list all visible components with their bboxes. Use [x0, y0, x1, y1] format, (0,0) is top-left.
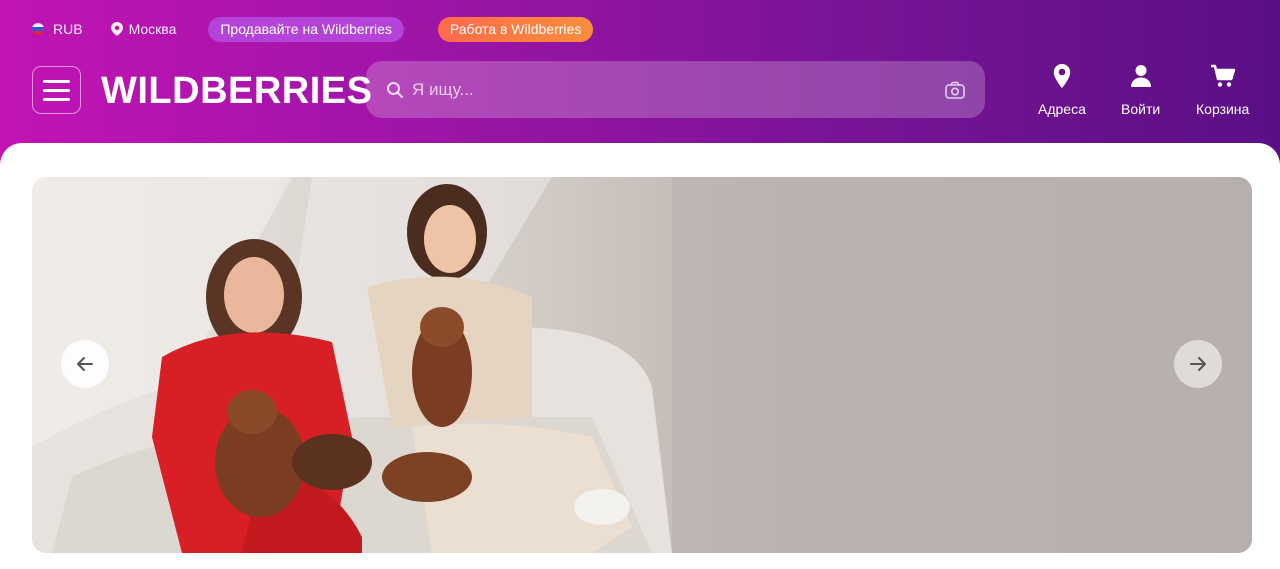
city-label: Москва [128, 21, 177, 37]
city-selector[interactable]: Москва [110, 21, 177, 37]
sell-on-wildberries-link[interactable]: Продавайте на Wildberries [208, 16, 404, 42]
cart-icon [1210, 64, 1235, 87]
arrow-right-icon [1190, 357, 1206, 371]
carousel-prev-button[interactable] [61, 340, 109, 388]
carousel-next-button[interactable] [1174, 340, 1222, 388]
burger-menu-button[interactable] [32, 66, 81, 114]
site-header: RUB Москва Продавайте на Wildberries Раб… [0, 0, 1280, 150]
top-bar: RUB Москва Продавайте на Wildberries Раб… [32, 16, 594, 42]
user-icon [1130, 65, 1151, 87]
promo-banner[interactable] [32, 177, 1252, 553]
search-input[interactable] [412, 79, 932, 100]
banner-image [32, 177, 1252, 553]
flag-icon [32, 23, 44, 35]
logo[interactable]: WILDBERRIES [101, 69, 373, 113]
burger-line [43, 79, 70, 83]
search-bar[interactable] [366, 61, 985, 118]
main-content [0, 143, 1280, 569]
arrow-left-icon [77, 357, 93, 371]
nav-login-label: Войти [1121, 101, 1161, 117]
location-pin-icon [110, 22, 123, 36]
location-pin-icon [1053, 64, 1071, 88]
currency-selector[interactable]: RUB [32, 21, 83, 37]
search-icon [387, 81, 403, 98]
camera-icon[interactable] [945, 81, 965, 99]
burger-line [43, 97, 70, 101]
burger-line [43, 88, 70, 92]
currency-label: RUB [53, 21, 83, 37]
nav-addresses[interactable]: Адреса [1038, 63, 1086, 117]
nav-addresses-label: Адреса [1038, 101, 1086, 117]
nav-cart[interactable]: Корзина [1196, 63, 1249, 117]
nav-cart-label: Корзина [1196, 101, 1250, 117]
work-at-wildberries-link[interactable]: Работа в Wildberries [437, 16, 594, 42]
nav-login[interactable]: Войти [1121, 63, 1160, 117]
